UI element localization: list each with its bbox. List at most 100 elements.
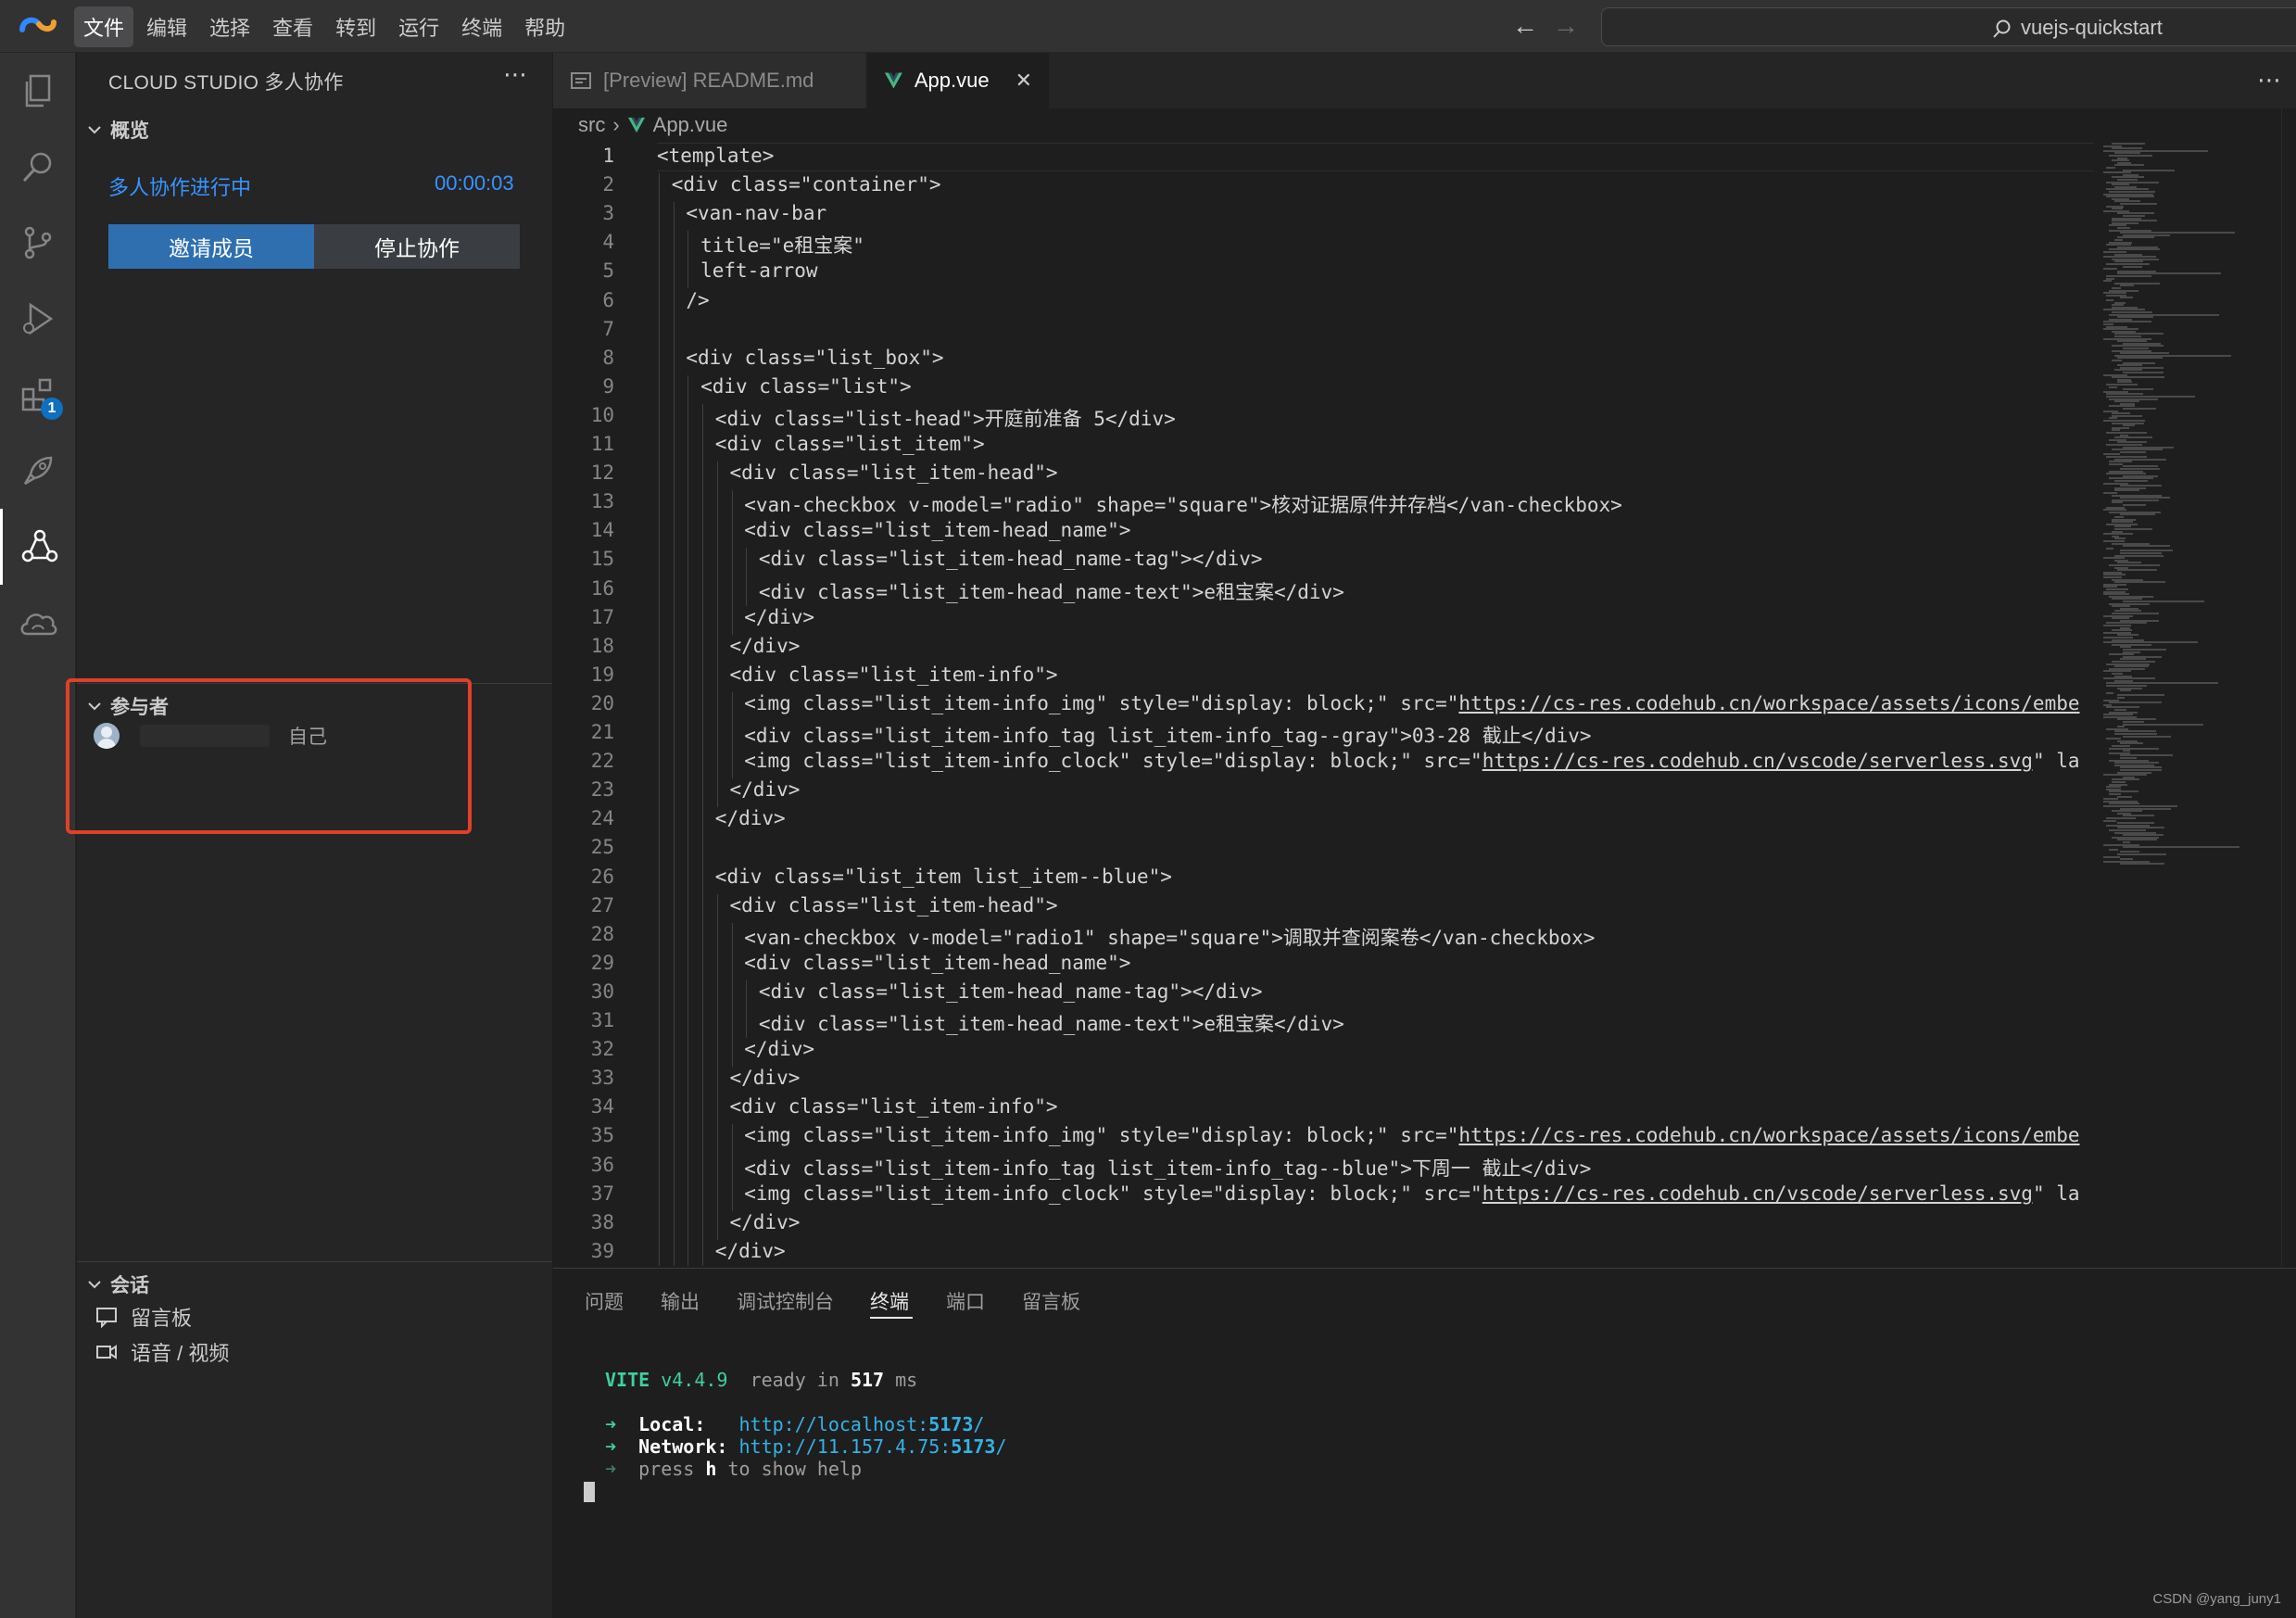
- source-control-icon[interactable]: [0, 205, 76, 281]
- code-line[interactable]: 24 </div>: [553, 807, 2093, 836]
- code-line[interactable]: 17 </div>: [553, 606, 2093, 635]
- run-debug-icon[interactable]: [0, 281, 76, 357]
- panel-tab[interactable]: 问题: [585, 1287, 624, 1315]
- menu-item[interactable]: 转到: [326, 6, 385, 47]
- code-line[interactable]: 20 <img class="list_item-info_img" style=…: [553, 692, 2093, 721]
- explorer-icon[interactable]: [0, 53, 76, 129]
- line-number: 36: [590, 1153, 614, 1176]
- code-line[interactable]: 31 <div class="list_item-head_name-text">…: [553, 1009, 2093, 1038]
- more-actions-icon[interactable]: ⋯: [2257, 66, 2281, 95]
- code-line[interactable]: 19 <div class="list_item-info">: [553, 664, 2093, 692]
- code-line[interactable]: 9 <div class="list">: [553, 375, 2093, 404]
- code-line[interactable]: 30 <div class="list_item-head_name-tag"><…: [553, 980, 2093, 1009]
- menu-item[interactable]: 终端: [452, 6, 511, 47]
- code-link[interactable]: https://cs-res.codehub.cn/workspace/asse…: [1458, 692, 2079, 714]
- close-icon[interactable]: ✕: [1016, 69, 1032, 93]
- code-line[interactable]: 37 <img class="list_item-info_clock" styl…: [553, 1182, 2093, 1211]
- code-line[interactable]: 11 <div class="list_item">: [553, 433, 2093, 461]
- code-line[interactable]: 39 </div>: [553, 1240, 2093, 1266]
- code-line[interactable]: 10 <div class="list-head">开庭前准备 5</div>: [553, 404, 2093, 433]
- panel-tab[interactable]: 终端: [870, 1287, 909, 1315]
- more-actions-icon[interactable]: ⋯: [503, 60, 527, 89]
- panel-tab[interactable]: 留言板: [1022, 1287, 1080, 1315]
- stop-collaboration-button[interactable]: 停止协作: [314, 224, 520, 269]
- code-line[interactable]: 21 <div class="list_item-info_tag list_it…: [553, 721, 2093, 750]
- code-text: <div class="container">: [672, 173, 941, 196]
- extensions-icon[interactable]: 1: [0, 357, 76, 433]
- local-url[interactable]: http://localhost:5173/: [739, 1413, 985, 1435]
- line-number: 24: [590, 807, 614, 830]
- code-line[interactable]: 22 <img class="list_item-info_clock" styl…: [553, 750, 2093, 778]
- code-link[interactable]: https://cs-res.codehub.cn/vscode/serverl…: [1482, 1182, 2033, 1205]
- code-line[interactable]: 32 </div>: [553, 1038, 2093, 1067]
- tab-readme-preview[interactable]: [Preview] README.md: [553, 53, 866, 108]
- minimap-line: [2112, 501, 2123, 504]
- panel-tab[interactable]: 端口: [946, 1287, 985, 1315]
- code-line[interactable]: 36 <div class="list_item-info_tag list_it…: [553, 1154, 2093, 1182]
- code-line[interactable]: 29 <div class="list_item-head_name">: [553, 952, 2093, 980]
- code-line[interactable]: 16 <div class="list_item-head_name-text">…: [553, 577, 2093, 606]
- invite-members-button[interactable]: 邀请成员: [108, 224, 314, 269]
- code-line[interactable]: 23 </div>: [553, 778, 2093, 807]
- code-segment: <div class="list_item-head_name">: [744, 951, 1131, 974]
- code-link[interactable]: https://cs-res.codehub.cn/vscode/serverl…: [1482, 750, 2033, 772]
- menu-item[interactable]: 运行: [389, 6, 448, 47]
- code-line[interactable]: 6 />: [553, 289, 2093, 318]
- code-line[interactable]: 1 <template>: [553, 145, 2093, 173]
- code-segment: <div class="list_item">: [714, 433, 985, 455]
- back-arrow-icon[interactable]: ←: [1512, 11, 1538, 41]
- search-icon[interactable]: [0, 129, 76, 205]
- panel-tab[interactable]: 输出: [661, 1287, 700, 1315]
- minimap[interactable]: [2096, 143, 2281, 1266]
- code-line[interactable]: 12 <div class="list_item-head">: [553, 461, 2093, 490]
- line-number: 32: [590, 1038, 614, 1061]
- code-line[interactable]: 27 <div class="list_item-head">: [553, 894, 2093, 923]
- code-line[interactable]: 38 </div>: [553, 1211, 2093, 1240]
- command-search-box[interactable]: vuejs-quickstart: [1601, 7, 2296, 46]
- deploy-rocket-icon[interactable]: [0, 433, 76, 509]
- code-line[interactable]: 7: [553, 318, 2093, 347]
- line-number: 29: [590, 951, 614, 974]
- network-url[interactable]: http://11.157.4.75:5173/: [739, 1435, 1007, 1458]
- menu-item[interactable]: 文件: [74, 6, 134, 47]
- menu-item[interactable]: 查看: [263, 6, 322, 47]
- code-line[interactable]: 13 <van-checkbox v-model="radio" shape="s…: [553, 490, 2093, 519]
- code-line[interactable]: 8 <div class="list_box">: [553, 347, 2093, 375]
- cloud-studio-logo[interactable]: [17, 11, 59, 41]
- cloud-icon[interactable]: [0, 585, 76, 661]
- code-segment: <img class="list_item-info_img" style="d…: [744, 691, 1459, 714]
- code-line[interactable]: 5 left-arrow: [553, 259, 2093, 288]
- code-line[interactable]: 3 <van-nav-bar: [553, 202, 2093, 231]
- code-line[interactable]: 15 <div class="list_item-head_name-tag"><…: [553, 548, 2093, 576]
- editor-scrollbar[interactable]: [2281, 108, 2296, 1267]
- code-line[interactable]: 14 <div class="list_item-head_name">: [553, 519, 2093, 548]
- sidebar-title: CLOUD STUDIO 多人协作: [108, 72, 344, 94]
- session-section-header[interactable]: 会话: [86, 1270, 149, 1298]
- breadcrumb-folder[interactable]: src: [578, 113, 605, 137]
- code-line[interactable]: 2 <div class="container">: [553, 173, 2093, 202]
- code-line[interactable]: 18 </div>: [553, 635, 2093, 664]
- line-number: 17: [590, 605, 614, 628]
- overview-section-header[interactable]: 概览: [86, 116, 149, 144]
- line-number: 16: [590, 576, 614, 600]
- collaboration-icon[interactable]: [0, 509, 76, 585]
- code-editor[interactable]: 1 <template> 2 <div class="container"> 3 <van…: [553, 143, 2093, 1266]
- code-line[interactable]: 34 <div class="list_item-info">: [553, 1095, 2093, 1124]
- code-line[interactable]: 26 <div class="list_item list_item--blue"…: [553, 866, 2093, 894]
- minimap-line: [2123, 265, 2142, 268]
- tab-app-vue[interactable]: App.vue ✕: [867, 53, 1049, 108]
- forward-arrow-icon[interactable]: →: [1553, 11, 1579, 41]
- session-item-message-board[interactable]: 留言板: [95, 1302, 192, 1332]
- code-line[interactable]: 33 </div>: [553, 1067, 2093, 1095]
- code-link[interactable]: https://cs-res.codehub.cn/workspace/asse…: [1458, 1124, 2079, 1146]
- panel-tab[interactable]: 调试控制台: [737, 1287, 834, 1315]
- menu-item[interactable]: 编辑: [137, 6, 196, 47]
- menu-item[interactable]: 选择: [200, 6, 259, 47]
- code-line[interactable]: 25: [553, 836, 2093, 865]
- breadcrumb-file[interactable]: App.vue: [653, 113, 728, 137]
- code-line[interactable]: 28 <van-checkbox v-model="radio1" shape="…: [553, 923, 2093, 952]
- menu-item[interactable]: 帮助: [515, 6, 574, 47]
- code-line[interactable]: 35 <img class="list_item-info_img" style=…: [553, 1124, 2093, 1153]
- session-item-voice-video[interactable]: 语音 / 视频: [95, 1337, 229, 1367]
- code-line[interactable]: 4 title="e租宝案": [553, 231, 2093, 259]
